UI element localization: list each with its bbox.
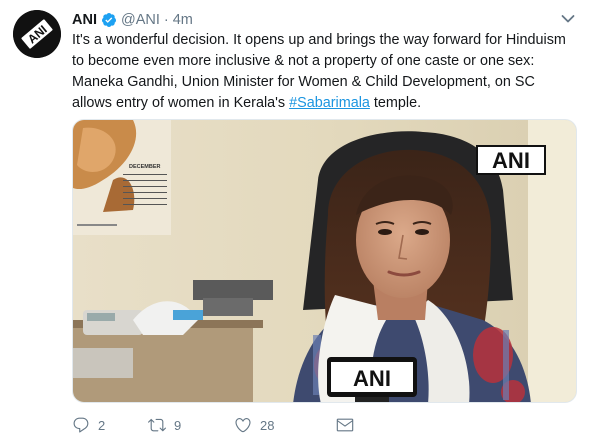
- retweet-icon: [148, 418, 166, 432]
- author-handle[interactable]: @ANI: [121, 12, 160, 28]
- tweet-actions: 2 9 28: [72, 414, 392, 436]
- mic-logo-text: ANI: [353, 366, 391, 391]
- tweet-text-end: temple.: [369, 95, 422, 111]
- envelope-icon: [336, 418, 354, 432]
- tweet-header: ANI @ANI · 4m: [72, 10, 193, 30]
- hashtag-link[interactable]: #Sabarimala: [289, 95, 370, 111]
- retweet-button[interactable]: 9: [148, 416, 204, 434]
- tweet-media-image[interactable]: DECEMBER ANI ANI: [72, 119, 577, 403]
- chevron-down-icon[interactable]: [561, 14, 575, 24]
- avatar[interactable]: ANI: [13, 10, 61, 58]
- like-count: 28: [260, 417, 275, 433]
- tweet: ANI ANI @ANI · 4m It's a wonderful decis…: [0, 0, 589, 440]
- calendar-month: DECEMBER: [129, 164, 161, 170]
- microphone: ANI: [327, 357, 417, 402]
- reply-button[interactable]: 2: [72, 416, 118, 434]
- media-illustration: DECEMBER ANI ANI: [73, 120, 576, 402]
- wall-calendar: DECEMBER: [73, 120, 171, 235]
- watermark-text: ANI: [492, 148, 530, 173]
- direct-message-button[interactable]: [336, 416, 362, 434]
- verified-badge-icon: [101, 13, 116, 27]
- separator-dot: ·: [163, 12, 169, 28]
- author-name[interactable]: ANI: [72, 12, 97, 28]
- reply-count: 2: [98, 417, 106, 433]
- ani-watermark: ANI: [476, 145, 546, 175]
- tweet-text: It's a wonderful decision. It opens up a…: [72, 30, 577, 114]
- timestamp[interactable]: 4m: [173, 12, 193, 28]
- like-button[interactable]: 28: [234, 416, 306, 434]
- heart-icon: [235, 418, 251, 433]
- reply-icon: [73, 417, 89, 433]
- retweet-count: 9: [174, 417, 182, 433]
